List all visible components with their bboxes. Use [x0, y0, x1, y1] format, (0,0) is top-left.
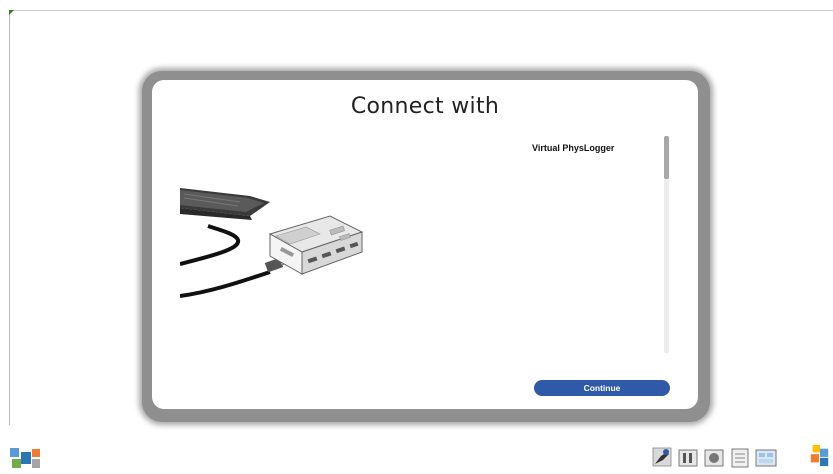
usb-cable — [180, 270, 271, 298]
device-list: Virtual PhysLogger — [532, 138, 662, 353]
scrollbar-thumb[interactable] — [664, 136, 669, 179]
corner-marker — [9, 10, 14, 15]
device-list-scrollbar[interactable] — [664, 136, 669, 353]
settings-icon[interactable] — [806, 445, 833, 467]
continue-button[interactable]: Continue — [534, 380, 670, 396]
laptop-cable — [180, 224, 241, 266]
probe-icon[interactable] — [651, 446, 673, 468]
screen-icon[interactable] — [755, 447, 777, 469]
record-icon[interactable] — [703, 447, 725, 469]
app-menu-icon[interactable] — [10, 446, 40, 470]
notes-icon[interactable] — [729, 447, 751, 469]
pause-icon[interactable] — [677, 447, 699, 469]
dialog-title: Connect with — [350, 94, 500, 119]
device-item-virtual-physlogger[interactable]: Virtual PhysLogger — [532, 143, 614, 153]
device-connection-illustration — [180, 188, 364, 298]
window-frame-top — [9, 10, 833, 11]
window-frame-left — [9, 10, 10, 425]
